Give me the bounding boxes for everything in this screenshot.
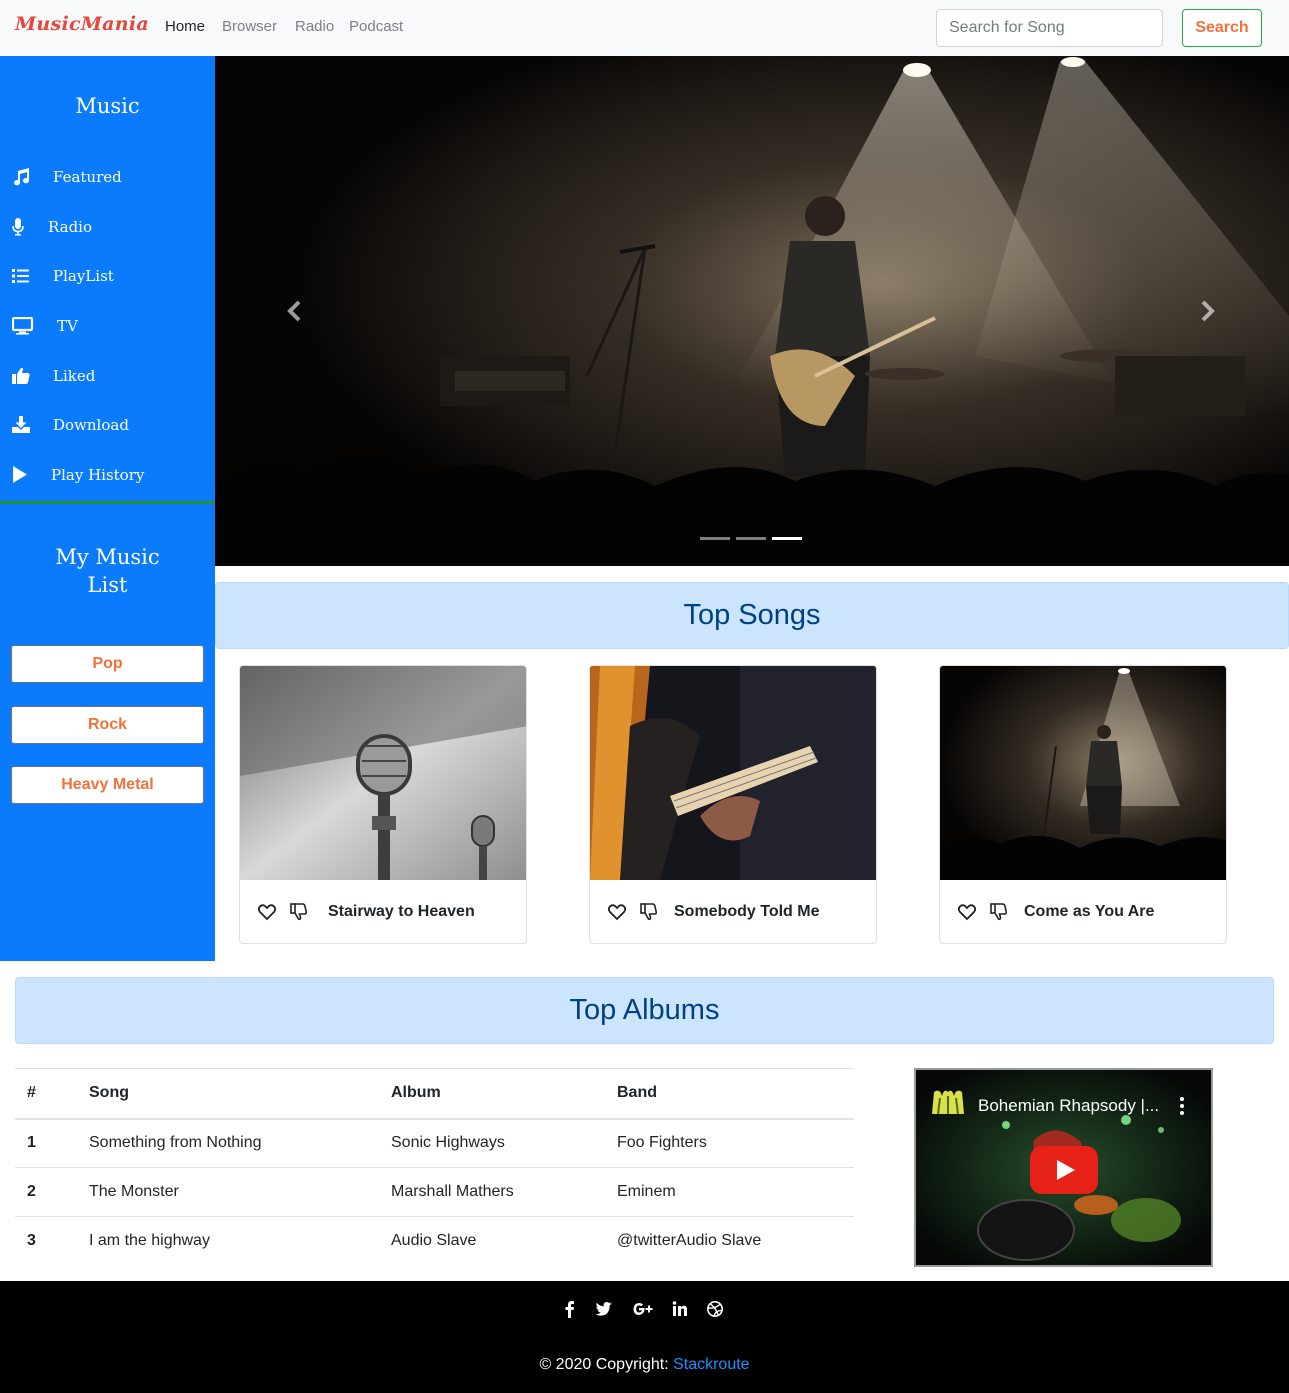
column-header-album: Album bbox=[379, 1068, 605, 1120]
row-song: I am the highway bbox=[89, 1232, 210, 1250]
heart-icon[interactable] bbox=[607, 903, 627, 921]
row-band: Eminem bbox=[605, 1167, 854, 1217]
sidebar-item-label: Download bbox=[53, 416, 129, 434]
song-title: Come as You Are bbox=[1024, 903, 1155, 920]
brand-logo[interactable]: MusicMania bbox=[15, 13, 149, 35]
my-music-list-title-line2: List bbox=[87, 573, 128, 597]
channel-logo-icon[interactable] bbox=[930, 1088, 966, 1116]
hero-carousel[interactable] bbox=[215, 56, 1289, 566]
genre-button-pop[interactable]: Pop bbox=[11, 645, 204, 683]
row-song: Something from Nothing bbox=[77, 1118, 379, 1168]
row-song: The Monster bbox=[77, 1167, 379, 1217]
song-card[interactable]: Stairway to Heaven bbox=[239, 665, 527, 944]
thumbs-up-icon bbox=[12, 367, 34, 387]
search-input[interactable] bbox=[936, 9, 1163, 47]
nav-link-podcast[interactable]: Podcast bbox=[349, 18, 403, 35]
sidebar-title: Music bbox=[75, 94, 140, 118]
sidebar-item-tv[interactable]: TV bbox=[0, 310, 215, 344]
sidebar-item-label: Play History bbox=[51, 466, 145, 484]
carousel-indicator-1[interactable] bbox=[700, 537, 730, 540]
microphone-icon bbox=[12, 218, 34, 238]
play-icon bbox=[12, 466, 34, 486]
dribbble-icon[interactable] bbox=[706, 1300, 724, 1318]
tv-icon bbox=[11, 316, 34, 337]
thumbs-down-icon[interactable] bbox=[290, 903, 308, 921]
row-number: 2 bbox=[15, 1167, 77, 1217]
concert-stage-photo bbox=[940, 666, 1226, 880]
top-albums-heading: Top Albums bbox=[15, 977, 1274, 1044]
row-number: 1 bbox=[15, 1118, 77, 1168]
sidebar-item-playlist[interactable]: PlayList bbox=[0, 260, 215, 294]
heart-icon[interactable] bbox=[957, 903, 977, 921]
genre-button-heavy-metal[interactable]: Heavy Metal bbox=[11, 766, 204, 804]
sidebar-item-radio[interactable]: Radio bbox=[0, 211, 215, 245]
row-album: Marshall Mathers bbox=[379, 1167, 605, 1217]
youtube-play-icon[interactable] bbox=[1030, 1146, 1098, 1194]
heart-icon[interactable] bbox=[257, 903, 277, 921]
carousel-next-icon[interactable] bbox=[1192, 296, 1222, 326]
carousel-indicators bbox=[700, 537, 810, 541]
top-songs-heading: Top Songs bbox=[215, 582, 1289, 649]
concert-stage-photo bbox=[215, 56, 1289, 566]
copyright-label: © 2020 Copyright: bbox=[539, 1356, 674, 1373]
row-album: Audio Slave bbox=[391, 1232, 477, 1250]
top-navbar: MusicMania Home Browser Radio Podcast Se… bbox=[0, 0, 1289, 56]
column-header-number: # bbox=[15, 1068, 77, 1120]
sidebar-item-label: Featured bbox=[53, 168, 122, 186]
sidebar-item-download[interactable]: Download bbox=[0, 409, 215, 443]
song-card[interactable]: Somebody Told Me bbox=[589, 665, 877, 944]
table-row: 2 The Monster Marshall Mathers Eminem bbox=[15, 1167, 854, 1217]
song-title: Somebody Told Me bbox=[674, 903, 820, 920]
row-number: 3 bbox=[27, 1232, 36, 1250]
sidebar-item-label: Radio bbox=[48, 218, 93, 236]
song-card[interactable]: Come as You Are bbox=[939, 665, 1227, 944]
sidebar-item-play-history[interactable]: Play History bbox=[0, 459, 215, 493]
sidebar-item-label: Liked bbox=[53, 367, 96, 385]
google-plus-icon[interactable] bbox=[632, 1300, 654, 1318]
video-player[interactable]: Bohemian Rhapsody |... bbox=[914, 1068, 1213, 1267]
column-header-band: Band bbox=[605, 1068, 854, 1120]
more-options-icon[interactable] bbox=[1178, 1096, 1186, 1116]
nav-link-radio[interactable]: Radio bbox=[295, 18, 334, 35]
genre-button-rock[interactable]: Rock bbox=[11, 706, 204, 744]
thumbs-down-icon[interactable] bbox=[640, 903, 658, 921]
sidebar-item-label: TV bbox=[57, 317, 78, 335]
sidebar-item-label: PlayList bbox=[53, 267, 114, 285]
sidebar-item-liked[interactable]: Liked bbox=[0, 360, 215, 394]
table-header-row: # Song Album Band bbox=[15, 1068, 854, 1120]
sidebar-divider bbox=[0, 501, 215, 504]
row-album: Sonic Highways bbox=[379, 1118, 605, 1168]
list-icon bbox=[12, 267, 34, 287]
copyright-link[interactable]: Stackroute bbox=[673, 1356, 749, 1373]
guitar-closeup-photo bbox=[590, 666, 876, 880]
row-band: Foo Fighters bbox=[605, 1118, 854, 1168]
table-row: 3 I am the highway Audio Slave @twitterA… bbox=[15, 1217, 854, 1266]
nav-link-home[interactable]: Home bbox=[165, 18, 205, 35]
column-header-song: Song bbox=[77, 1068, 379, 1120]
song-title: Stairway to Heaven bbox=[328, 903, 475, 920]
sidebar-item-featured[interactable]: Featured bbox=[0, 161, 215, 195]
albums-table: # Song Album Band 1 Something from Nothi… bbox=[15, 1068, 854, 1266]
footer: © 2020 Copyright: Stackroute bbox=[0, 1281, 1289, 1393]
row-band: @twitterAudio Slave bbox=[617, 1232, 762, 1250]
twitter-icon[interactable] bbox=[595, 1300, 613, 1318]
music-note-icon bbox=[12, 168, 34, 188]
carousel-prev-icon[interactable] bbox=[280, 296, 310, 326]
nav-link-browser[interactable]: Browser bbox=[222, 18, 277, 35]
facebook-icon[interactable] bbox=[561, 1300, 579, 1318]
linkedin-icon[interactable] bbox=[671, 1300, 689, 1318]
carousel-indicator-3[interactable] bbox=[772, 537, 802, 540]
video-title[interactable]: Bohemian Rhapsody |... bbox=[978, 1096, 1159, 1116]
microphone-photo bbox=[240, 666, 526, 880]
my-music-list-title-line1: My Music bbox=[55, 545, 160, 569]
table-row: 1 Something from Nothing Sonic Highways … bbox=[15, 1118, 854, 1168]
carousel-indicator-2[interactable] bbox=[736, 537, 766, 540]
sidebar: Music Featured Radio PlayList TV Liked D bbox=[0, 56, 215, 961]
copyright-text: © 2020 Copyright: Stackroute bbox=[0, 1356, 1289, 1374]
search-button[interactable]: Search bbox=[1182, 9, 1262, 47]
thumbs-down-icon[interactable] bbox=[990, 903, 1008, 921]
download-icon bbox=[12, 416, 34, 436]
